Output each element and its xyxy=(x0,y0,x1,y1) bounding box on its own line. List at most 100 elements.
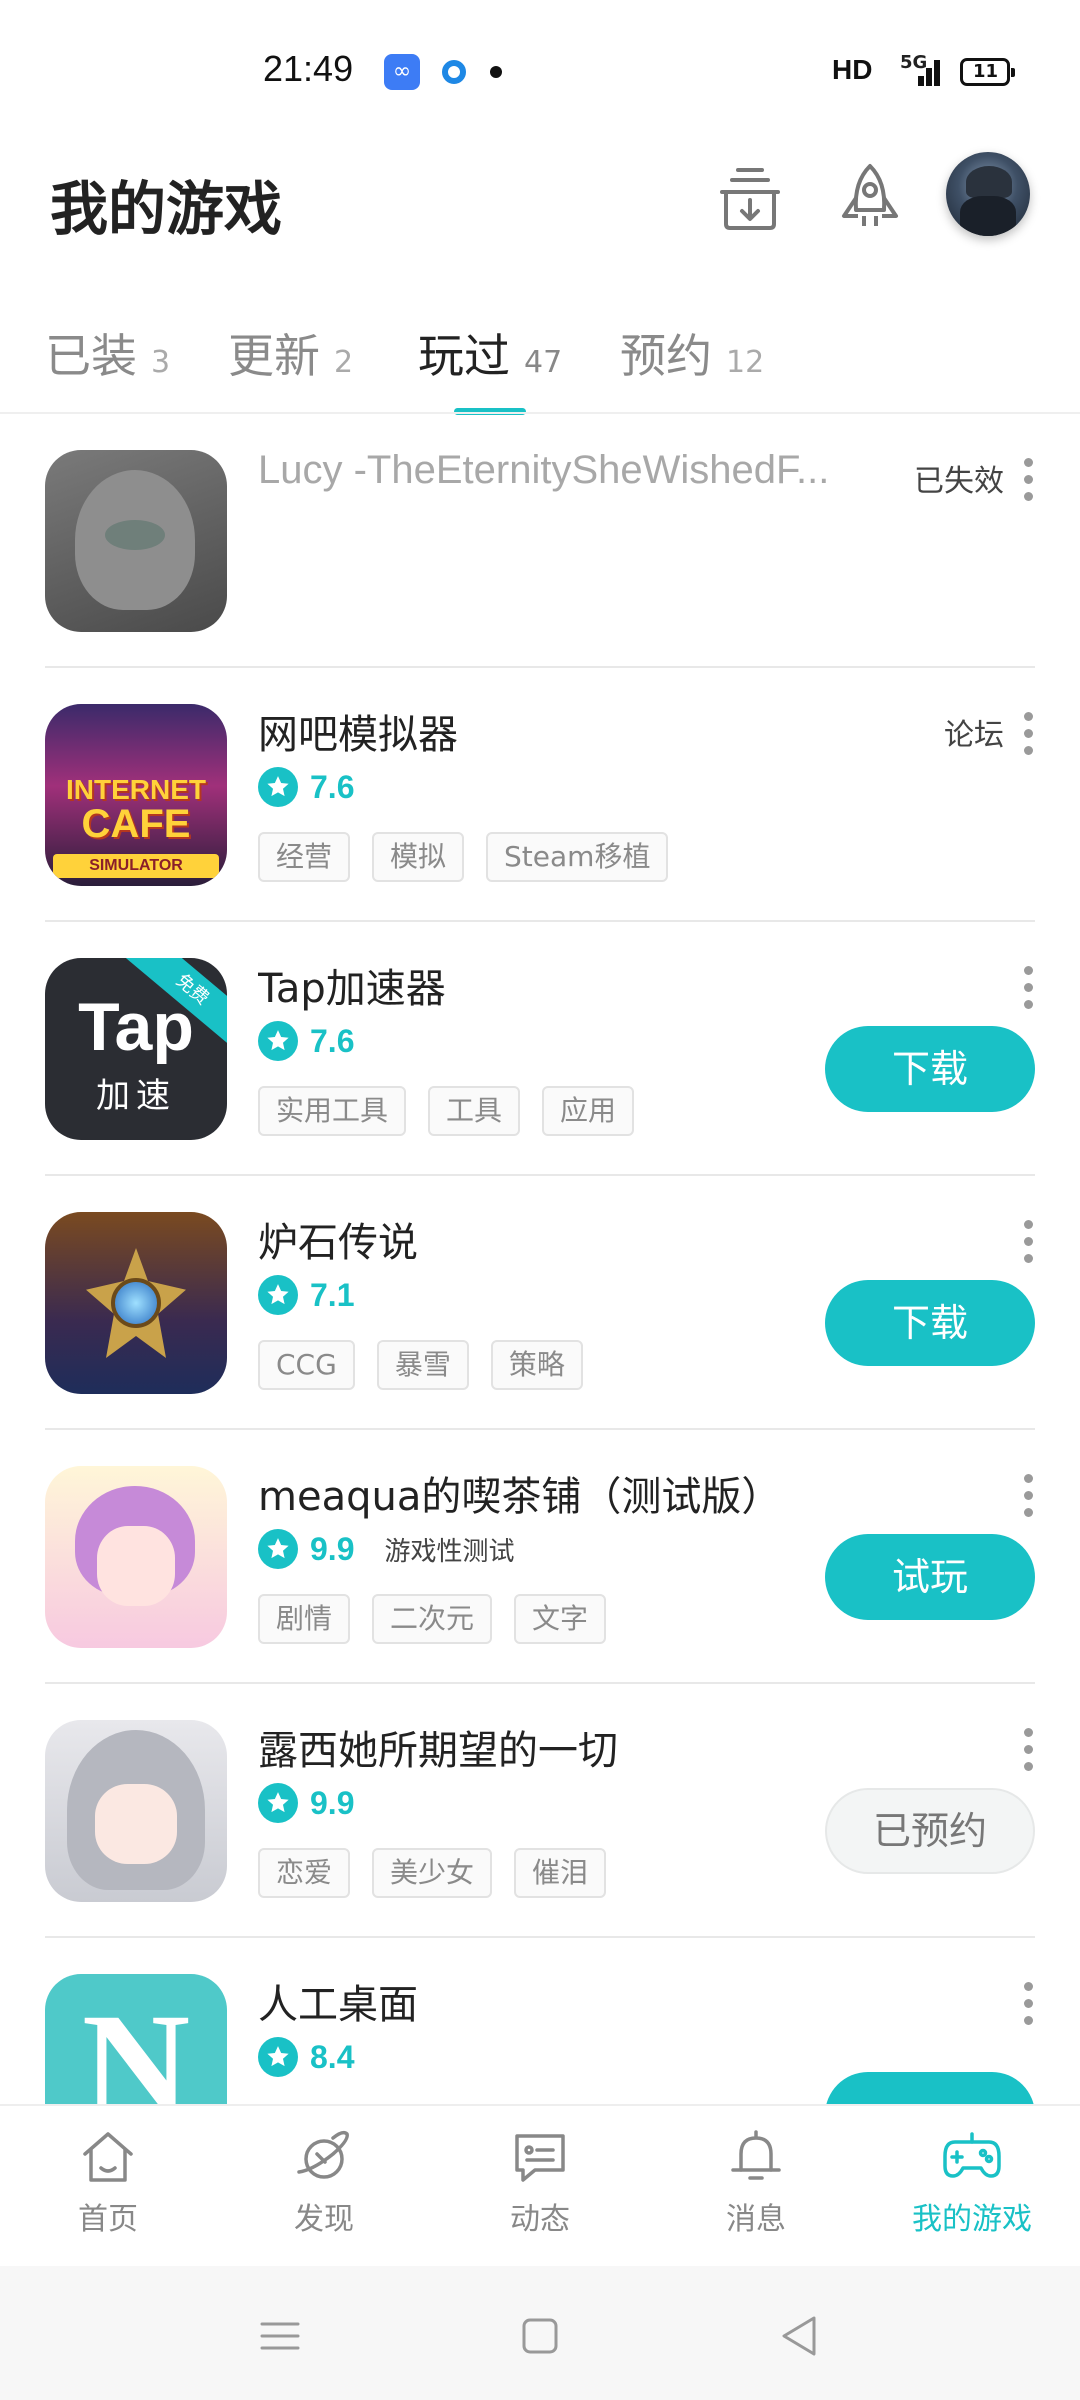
try-play-button[interactable]: 试玩 xyxy=(825,1534,1035,1620)
avatar[interactable] xyxy=(946,152,1030,236)
more-options-icon[interactable] xyxy=(1022,712,1034,756)
tab-label: 预约 xyxy=(620,329,712,383)
star-icon xyxy=(258,1783,298,1823)
tag[interactable]: Steam移植 xyxy=(486,832,669,882)
download-manager-icon xyxy=(720,168,780,230)
star-icon xyxy=(258,1275,298,1315)
nav-home[interactable]: 首页 xyxy=(38,2126,178,2238)
download-button[interactable]: 下载 xyxy=(825,1280,1035,1366)
battery-icon: 11 xyxy=(960,58,1015,86)
infinity-app-icon: ∞ xyxy=(384,54,420,90)
star-icon xyxy=(258,1021,298,1061)
game-name: 网吧模拟器 xyxy=(258,712,458,758)
nav-label: 发现 xyxy=(294,2202,354,2237)
icon-text: N xyxy=(81,1983,191,2104)
tag[interactable]: 文字 xyxy=(514,1594,607,1644)
nav-messages[interactable]: 消息 xyxy=(686,2126,826,2238)
rocket-boost-button[interactable] xyxy=(830,158,910,238)
game-rating: 8.4 xyxy=(258,2036,354,2078)
game-icon[interactable] xyxy=(45,1466,227,1648)
tag[interactable]: 暴雪 xyxy=(376,1340,469,1390)
nav-label: 我的游戏 xyxy=(912,2202,1032,2237)
tag[interactable]: 美少女 xyxy=(372,1848,493,1898)
tab-count: 12 xyxy=(726,345,765,380)
tab-count: 3 xyxy=(151,345,171,380)
page-title: 我的游戏 xyxy=(50,175,283,243)
gamepad-icon xyxy=(943,2132,1001,2178)
game-name: Tap加速器 xyxy=(258,966,446,1012)
game-icon[interactable] xyxy=(45,1720,227,1902)
menu-icon[interactable] xyxy=(250,2306,310,2366)
tab-played[interactable]: 玩过 47 xyxy=(418,320,562,386)
tag[interactable]: 恋爱 xyxy=(258,1848,351,1898)
more-options-icon[interactable] xyxy=(1022,458,1034,502)
game-item[interactable]: N 人工桌面 8.4 xyxy=(0,1938,1080,2104)
tag[interactable]: 经营 xyxy=(258,832,351,882)
nav-feed[interactable]: 动态 xyxy=(470,2126,610,2238)
game-item[interactable]: Lucy -TheEternitySheWishedF... 已失效 xyxy=(0,414,1080,668)
tag[interactable]: 实用工具 xyxy=(258,1086,407,1136)
tab-installed[interactable]: 已装 3 xyxy=(45,320,170,386)
game-icon[interactable]: Tap 加速 免费 xyxy=(45,958,227,1140)
game-item[interactable]: meaqua的喫茶铺（测试版） 9.9 游戏性测试 剧情 二次元 文字 试玩 xyxy=(0,1430,1080,1684)
home-square-icon[interactable] xyxy=(510,2306,570,2366)
game-rating: 9.9 游戏性测试 xyxy=(258,1528,515,1570)
game-name: 露西她所期望的一切 xyxy=(258,1728,618,1774)
more-options-icon[interactable] xyxy=(1022,1474,1034,1518)
rating-score: 9.9 xyxy=(310,1784,355,1821)
tag[interactable]: 二次元 xyxy=(372,1594,493,1644)
download-button[interactable]: 下载 xyxy=(825,1026,1035,1112)
game-item[interactable]: 露西她所期望的一切 9.9 恋爱 美少女 催泪 已预约 xyxy=(0,1684,1080,1938)
rating-score: 7.6 xyxy=(310,768,355,805)
test-note: 游戏性测试 xyxy=(384,1536,515,1567)
tag-list: 剧情 二次元 文字 xyxy=(258,1594,628,1644)
back-triangle-icon[interactable] xyxy=(770,2306,830,2366)
tag-list: CCG 暴雪 策略 xyxy=(258,1340,605,1390)
tag[interactable]: 剧情 xyxy=(258,1594,351,1644)
battery-level: 11 xyxy=(973,61,999,82)
game-icon[interactable] xyxy=(45,1212,227,1394)
tag[interactable]: CCG xyxy=(258,1340,355,1390)
tag[interactable]: 工具 xyxy=(428,1086,521,1136)
game-status: 已失效 xyxy=(914,464,1004,499)
icon-text: CAFE xyxy=(81,802,191,846)
game-rating: 7.6 xyxy=(258,1020,354,1062)
tab-reserved[interactable]: 预约 12 xyxy=(620,320,764,386)
tag-list: 实用工具 工具 应用 xyxy=(258,1086,656,1136)
game-name: 炉石传说 xyxy=(258,1220,418,1266)
tag[interactable]: 应用 xyxy=(542,1086,635,1136)
forum-link[interactable]: 论坛 xyxy=(944,710,1004,754)
tag[interactable]: 催泪 xyxy=(514,1848,607,1898)
action-button[interactable] xyxy=(825,2072,1035,2104)
app-header: 我的游戏 xyxy=(0,140,1080,260)
game-item[interactable]: INTERNET CAFE SIMULATOR 网吧模拟器 7.6 经营 模拟 … xyxy=(0,668,1080,922)
tag[interactable]: 策略 xyxy=(490,1340,583,1390)
game-icon[interactable]: INTERNET CAFE SIMULATOR xyxy=(45,704,227,886)
tag-list: 经营 模拟 Steam移植 xyxy=(258,832,690,882)
more-options-icon[interactable] xyxy=(1022,1728,1034,1772)
nav-discover[interactable]: 发现 xyxy=(254,2126,394,2238)
game-item[interactable]: 炉石传说 7.1 CCG 暴雪 策略 下载 xyxy=(0,1176,1080,1430)
game-icon[interactable] xyxy=(45,450,227,632)
nav-my-games[interactable]: 我的游戏 xyxy=(902,2126,1042,2238)
download-manager-button[interactable] xyxy=(710,158,790,238)
game-rating: 9.9 xyxy=(258,1782,354,1824)
star-icon xyxy=(258,1529,298,1569)
bottom-nav: 首页 发现 动态 消息 我的游戏 xyxy=(0,2104,1080,2266)
game-name: Lucy -TheEternitySheWishedF... xyxy=(258,448,830,492)
game-item[interactable]: Tap 加速 免费 Tap加速器 7.6 实用工具 工具 应用 下载 xyxy=(0,922,1080,1176)
rating-score: 7.6 xyxy=(310,1022,355,1059)
tab-updates[interactable]: 更新 2 xyxy=(228,320,353,386)
more-options-icon[interactable] xyxy=(1022,1220,1034,1264)
signal-bars-icon xyxy=(910,52,942,86)
game-icon[interactable]: N xyxy=(45,1974,227,2104)
icon-text: SIMULATOR xyxy=(53,854,219,878)
tag[interactable]: 模拟 xyxy=(372,832,465,882)
reserved-button[interactable]: 已预约 xyxy=(825,1788,1035,1874)
tag-list: 恋爱 美少女 催泪 xyxy=(258,1848,628,1898)
tab-count: 2 xyxy=(334,345,354,380)
more-options-icon[interactable] xyxy=(1022,1982,1034,2026)
game-list[interactable]: Lucy -TheEternitySheWishedF... 已失效 INTER… xyxy=(0,414,1080,2104)
tab-label: 玩过 xyxy=(418,329,510,383)
more-options-icon[interactable] xyxy=(1022,966,1034,1010)
